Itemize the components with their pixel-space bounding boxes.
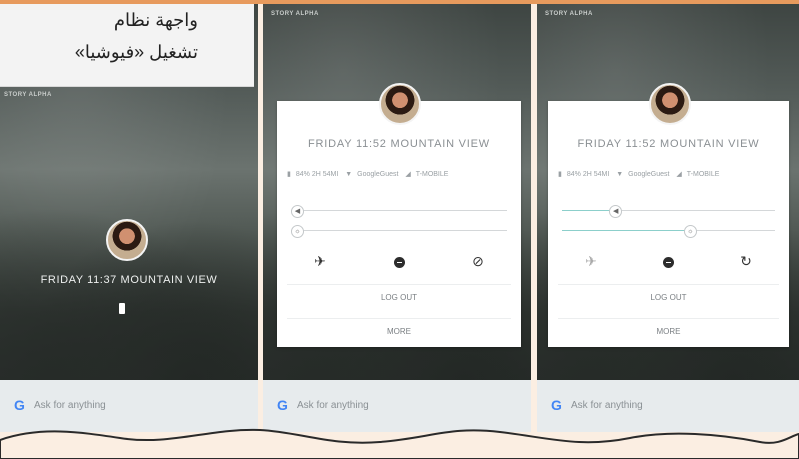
battery-status: 84% 2H 54MI <box>295 171 339 178</box>
logout-button[interactable]: LOG OUT <box>558 284 779 311</box>
battery-icon <box>119 303 125 314</box>
torn-paper-edge <box>0 428 799 459</box>
brightness-fill <box>562 230 690 231</box>
battery-status: 84% 2H 54MI <box>566 171 610 178</box>
quick-settings-card: FRIDAY 11:52 MOUNTAIN VIEW ▮ 84% 2H 54MI … <box>548 83 789 347</box>
status-row: ▮ 84% 2H 54MI ▼ GoogleGuest ◢ T-MOBILE <box>287 170 511 178</box>
wifi-icon: ▼ <box>345 171 353 178</box>
google-icon: G <box>277 397 288 413</box>
search-placeholder: Ask for anything <box>571 400 643 411</box>
quick-settings-card: FRIDAY 11:52 MOUNTAIN VIEW ▮ 84% 2H 54MI … <box>277 83 521 347</box>
google-icon: G <box>14 397 25 413</box>
user-avatar[interactable] <box>379 83 421 125</box>
search-placeholder: Ask for anything <box>297 400 369 411</box>
card-time-location: FRIDAY 11:52 MOUNTAIN VIEW <box>577 138 760 150</box>
do-not-disturb-icon[interactable] <box>384 253 414 269</box>
brand-label: STORY ALPHA <box>545 11 593 17</box>
volume-slider[interactable]: ◀ <box>562 205 775 218</box>
card-time-location: FRIDAY 11:52 MOUNTAIN VIEW <box>308 138 490 150</box>
volume-icon[interactable]: ◀ <box>609 205 623 218</box>
brightness-icon[interactable]: ☼ <box>291 225 304 238</box>
brand-label: STORY ALPHA <box>271 11 319 17</box>
wifi-icon: ▼ <box>616 171 624 178</box>
google-icon: G <box>551 397 562 413</box>
callout-box: واجهة نظام تشغيل «فيوشيا» <box>0 4 254 87</box>
airplane-mode-off-icon[interactable]: ✈ <box>576 253 606 270</box>
brightness-slider[interactable]: ☼ <box>291 225 507 238</box>
battery-icon: ▮ <box>558 171 562 178</box>
quick-toggles: ✈ ⊘ <box>277 253 521 275</box>
rotation-lock-icon[interactable]: ⊘ <box>463 253 493 270</box>
do-not-disturb-icon[interactable] <box>653 253 683 269</box>
brand-label: STORY ALPHA <box>4 92 52 98</box>
more-button[interactable]: MORE <box>287 318 511 345</box>
quick-toggles: ✈ ↻ <box>548 253 789 275</box>
search-placeholder: Ask for anything <box>34 400 106 411</box>
user-avatar[interactable] <box>106 219 148 261</box>
volume-fill <box>562 210 616 211</box>
status-row: ▮ 84% 2H 54MI ▼ GoogleGuest ◢ T-MOBILE <box>558 170 779 178</box>
battery-icon: ▮ <box>287 171 291 178</box>
volume-slider[interactable]: ◀ <box>291 205 507 218</box>
brightness-icon[interactable]: ☼ <box>683 225 697 238</box>
lock-time-location: FRIDAY 11:37 MOUNTAIN VIEW <box>40 274 218 286</box>
logout-button[interactable]: LOG OUT <box>287 284 511 311</box>
user-avatar[interactable] <box>648 83 691 125</box>
airplane-mode-icon[interactable]: ✈ <box>305 253 335 270</box>
brightness-slider[interactable]: ☼ <box>562 225 775 238</box>
wifi-name: GoogleGuest <box>628 171 670 178</box>
callout-line-1: واجهة نظام <box>113 10 198 30</box>
carrier-name: T-MOBILE <box>686 171 720 178</box>
auto-rotate-icon[interactable]: ↻ <box>731 253 761 270</box>
callout-line-2: تشغيل «فيوشيا» <box>74 42 198 62</box>
carrier-name: T-MOBILE <box>415 171 449 178</box>
signal-icon: ◢ <box>676 171 682 178</box>
more-button[interactable]: MORE <box>558 318 779 345</box>
volume-icon[interactable]: ◀ <box>291 205 304 218</box>
signal-icon: ◢ <box>405 171 411 178</box>
wifi-name: GoogleGuest <box>357 171 399 178</box>
